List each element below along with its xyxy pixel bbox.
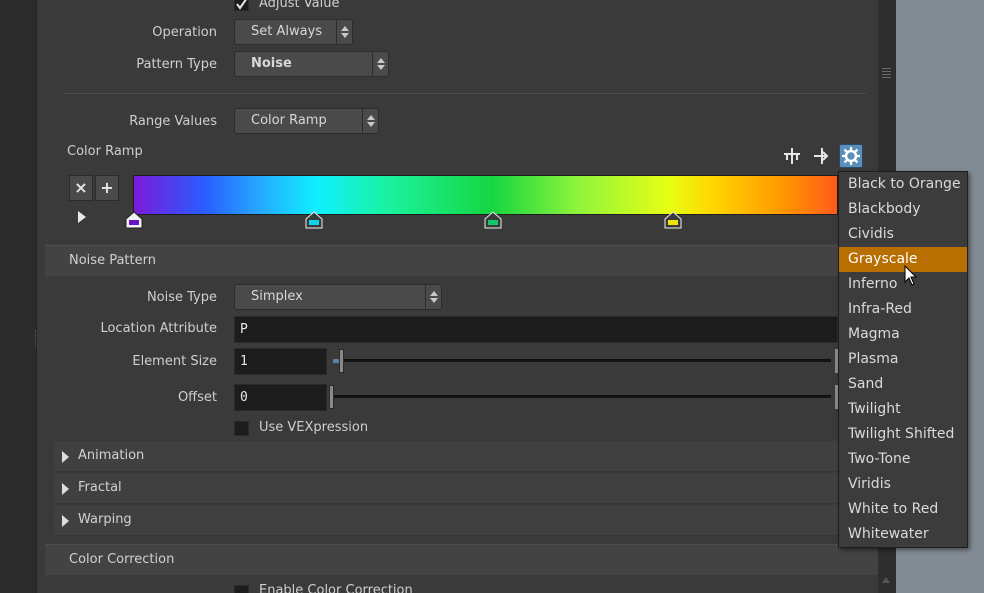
offset-label: Offset (177, 390, 217, 405)
ramp-key-0[interactable] (125, 211, 143, 229)
adjust-value-label: Adjust Value (259, 0, 340, 11)
play-arrow-icon[interactable] (78, 211, 86, 223)
expand-arrow-icon (62, 451, 69, 463)
move-key-glyph (814, 148, 829, 164)
add-key-button[interactable]: + (95, 175, 119, 201)
folder-label: Warping (78, 512, 132, 527)
remove-key-button[interactable]: × (69, 175, 93, 201)
menu-item-sand[interactable]: Sand (839, 372, 967, 397)
use-vexpression-label: Use VEXpression (259, 420, 369, 435)
menu-item-blackbody[interactable]: Blackbody (839, 197, 967, 222)
element-size-handle[interactable] (339, 349, 344, 373)
element-size-slider[interactable] (333, 359, 831, 362)
dropdown-arrows-icon (336, 20, 352, 44)
range-values-value: Color Ramp (251, 113, 327, 128)
gear-icon[interactable] (839, 144, 863, 168)
range-values-label: Range Values (129, 114, 217, 129)
pattern-type-label: Pattern Type (136, 57, 217, 72)
mouse-cursor-icon (904, 265, 918, 286)
menu-item-viridis[interactable]: Viridis (839, 472, 967, 497)
menu-item-grayscale[interactable]: Grayscale (839, 247, 967, 272)
location-attribute-input[interactable]: P (234, 316, 838, 343)
enable-color-correction-checkbox[interactable] (234, 585, 249, 593)
folder-fractal[interactable]: Fractal (54, 473, 878, 504)
pattern-type-dropdown[interactable]: Noise (234, 51, 389, 77)
use-vexpression-checkbox[interactable] (234, 421, 249, 436)
color-correction-section: Color Correction (45, 544, 878, 575)
color-ramp-label: Color Ramp (67, 144, 143, 159)
gear-glyph (842, 147, 860, 165)
menu-item-white-to-red[interactable]: White to Red (839, 497, 967, 522)
section-title: Noise Pattern (69, 253, 156, 268)
dropdown-arrows-icon (372, 52, 388, 76)
menu-item-magma[interactable]: Magma (839, 322, 967, 347)
move-key-icon[interactable] (810, 144, 834, 168)
offset-input[interactable]: 0 (234, 384, 327, 411)
divider (64, 93, 866, 94)
folder-warping[interactable]: Warping (54, 505, 878, 536)
menu-item-plasma[interactable]: Plasma (839, 347, 967, 372)
left-pane (0, 0, 37, 593)
folder-label: Fractal (78, 480, 122, 495)
folder-animation[interactable]: Animation (54, 441, 878, 472)
folder-label: Animation (78, 448, 145, 463)
menu-item-whitewater[interactable]: Whitewater (839, 522, 967, 547)
operation-label: Operation (152, 25, 217, 40)
element-size-label: Element Size (132, 354, 217, 369)
noise-type-label: Noise Type (146, 290, 217, 305)
dropdown-arrows-icon (425, 285, 441, 309)
add-key-glyph (784, 148, 800, 164)
menu-item-twilight[interactable]: Twilight (839, 397, 967, 422)
noise-type-dropdown[interactable]: Simplex (234, 284, 442, 310)
menu-item-cividis[interactable]: Cividis (839, 222, 967, 247)
scroll-down-icon[interactable] (882, 577, 890, 583)
noise-pattern-section: Noise Pattern (45, 245, 878, 276)
ramp-key-2[interactable] (484, 211, 502, 229)
offset-handle[interactable] (329, 385, 334, 409)
color-ramp-gradient[interactable] (133, 175, 838, 215)
pattern-type-value: Noise (251, 56, 292, 71)
menu-item-twilight-shifted[interactable]: Twilight Shifted (839, 422, 967, 447)
menu-item-black-to-orange[interactable]: Black to Orange (839, 172, 967, 197)
expand-arrow-icon (62, 483, 69, 495)
noise-type-value: Simplex (251, 289, 303, 304)
add-key-icon[interactable] (780, 144, 804, 168)
scrollbar-grip-icon[interactable] (882, 66, 891, 78)
expand-arrow-icon (62, 515, 69, 527)
checkmark-icon (236, 0, 247, 10)
enable-color-correction-label: Enable Color Correction (259, 583, 413, 593)
operation-value: Set Always (251, 24, 323, 39)
ramp-preset-menu: Black to Orange Blackbody Cividis Graysc… (838, 171, 968, 548)
dropdown-arrows-icon (362, 109, 378, 133)
range-values-dropdown[interactable]: Color Ramp (234, 108, 379, 134)
menu-item-inferno[interactable]: Inferno (839, 272, 967, 297)
element-size-input[interactable]: 1 (234, 348, 327, 375)
ramp-key-3[interactable] (664, 211, 682, 229)
location-attribute-label: Location Attribute (100, 321, 217, 336)
section-title: Color Correction (69, 552, 175, 567)
menu-item-infra-red[interactable]: Infra-Red (839, 297, 967, 322)
offset-slider[interactable] (333, 395, 831, 398)
operation-dropdown[interactable]: Set Always (234, 19, 353, 45)
ramp-key-1[interactable] (305, 211, 323, 229)
menu-item-two-tone[interactable]: Two-Tone (839, 447, 967, 472)
adjust-value-checkbox[interactable] (234, 0, 249, 11)
